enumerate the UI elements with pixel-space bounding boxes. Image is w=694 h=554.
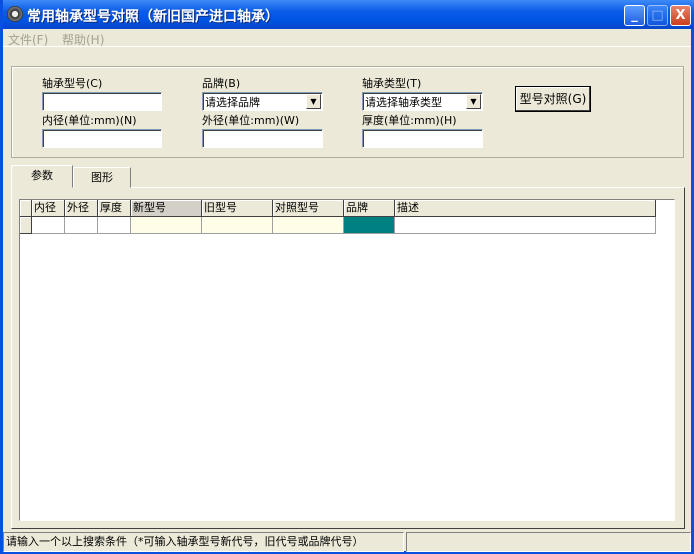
col-header[interactable]: 新型号 — [131, 200, 202, 217]
app-gear-icon — [7, 6, 23, 22]
window-title: 常用轴承型号对照（新旧国产进口轴承） — [27, 9, 279, 25]
row-indicator-header — [20, 200, 32, 217]
col-header[interactable]: 旧型号 — [202, 200, 273, 217]
type-label: 轴承类型(T) — [362, 77, 422, 90]
chevron-down-icon[interactable]: ▼ — [466, 94, 481, 109]
table-cell[interactable] — [202, 217, 273, 234]
thickness-input[interactable] — [362, 129, 483, 148]
compare-button[interactable]: 型号对照(G) — [515, 86, 591, 112]
table-cell[interactable] — [65, 217, 98, 234]
col-header[interactable]: 厚度 — [98, 200, 131, 217]
thickness-label: 厚度(单位:mm)(H) — [362, 114, 457, 127]
menu-help[interactable]: 帮助(H) — [62, 31, 104, 48]
type-select-value: 请选择轴承类型 — [365, 96, 442, 109]
status-panel-secondary — [406, 532, 691, 552]
type-select[interactable]: 请选择轴承类型 ▼ — [362, 92, 483, 111]
col-header[interactable]: 内径 — [32, 200, 65, 217]
main-window: 常用轴承型号对照（新旧国产进口轴承） _ □ X 文件(F) 帮助(H) 轴承型… — [0, 0, 694, 554]
status-message: 请输入一个以上搜索条件（*可输入轴承型号新代号，旧代号或品牌代号） — [3, 532, 404, 552]
row-indicator[interactable] — [20, 217, 32, 234]
tab-graphics[interactable]: 图形 — [73, 167, 131, 188]
col-header[interactable]: 品牌 — [344, 200, 395, 217]
close-button[interactable]: X — [670, 5, 691, 26]
table-cell[interactable] — [98, 217, 131, 234]
minimize-button[interactable]: _ — [624, 5, 645, 26]
table-cell-selected[interactable] — [344, 217, 395, 234]
chevron-down-icon[interactable]: ▼ — [306, 94, 321, 109]
outer-label: 外径(单位:mm)(W) — [202, 114, 300, 127]
inner-diameter-input[interactable] — [42, 129, 162, 148]
menu-bar: 文件(F) 帮助(H) — [3, 29, 691, 47]
table-cell[interactable] — [32, 217, 65, 234]
col-header[interactable]: 对照型号 — [273, 200, 344, 217]
brand-label: 品牌(B) — [202, 77, 241, 90]
table-cell[interactable] — [395, 217, 656, 234]
menu-file[interactable]: 文件(F) — [8, 31, 48, 48]
title-bar[interactable]: 常用轴承型号对照（新旧国产进口轴承） _ □ X — [3, 0, 694, 29]
results-grid[interactable]: 内径 外径 厚度 新型号 旧型号 对照型号 品牌 描述 — [19, 199, 675, 521]
model-label: 轴承型号(C) — [42, 77, 103, 90]
col-header[interactable]: 描述 — [395, 200, 656, 217]
brand-select-value: 请选择品牌 — [205, 96, 260, 109]
inner-label: 内径(单位:mm)(N) — [42, 114, 137, 127]
model-input[interactable] — [42, 92, 162, 111]
col-header[interactable]: 外径 — [65, 200, 98, 217]
table-cell[interactable] — [273, 217, 344, 234]
brand-select[interactable]: 请选择品牌 ▼ — [202, 92, 323, 111]
table-cell[interactable] — [131, 217, 202, 234]
tab-params[interactable]: 参数 — [11, 165, 73, 188]
maximize-button[interactable]: □ — [647, 5, 668, 26]
outer-diameter-input[interactable] — [202, 129, 323, 148]
